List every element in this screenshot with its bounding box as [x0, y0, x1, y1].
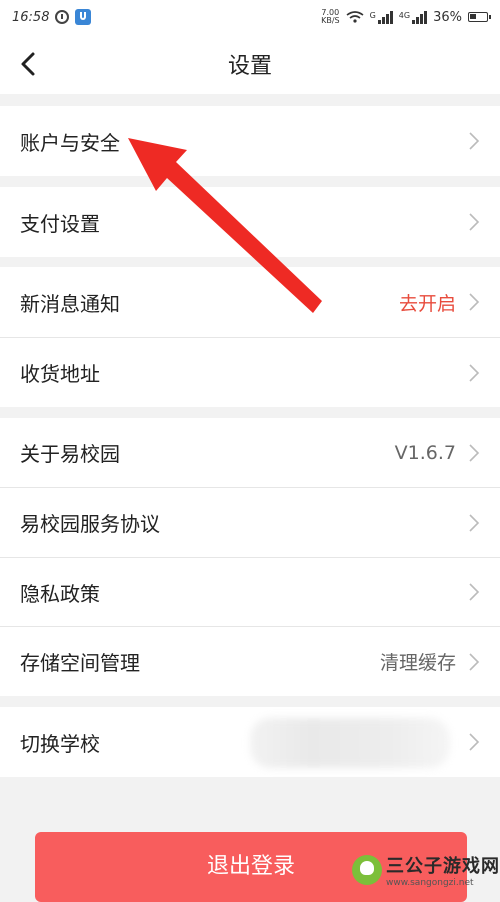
chevron-right-icon: [468, 652, 480, 672]
chevron-right-icon: [468, 131, 480, 151]
signal-4g-label: 4G: [398, 10, 411, 20]
signal-label: G: [369, 10, 376, 20]
settings-item-storage[interactable]: 存储空间管理 清理缓存: [0, 627, 500, 696]
settings-item-label: 支付设置: [20, 211, 100, 236]
nav-bar: 设置: [0, 34, 500, 94]
chevron-right-icon: [468, 443, 480, 463]
settings-item-label: 存储空间管理: [20, 651, 140, 675]
watermark-name: 三公子游戏网: [386, 855, 500, 877]
chevron-right-icon: [468, 732, 480, 752]
signal-4g-icon: 4G: [398, 10, 428, 24]
settings-item-about[interactable]: 关于易校园 V1.6.7: [0, 418, 500, 487]
settings-item-address[interactable]: 收货地址: [0, 338, 500, 407]
status-bar: 16:58 7.00 KB/S G 4G 36%: [0, 0, 500, 34]
chevron-right-icon: [468, 212, 480, 232]
settings-item-label: 切换学校: [20, 731, 100, 756]
settings-item-account-security[interactable]: 账户与安全: [0, 106, 500, 176]
school-name-blurred: [250, 718, 450, 768]
battery-icon: [468, 12, 491, 22]
settings-item-label: 关于易校园: [20, 442, 120, 466]
settings-item-label: 收货地址: [20, 362, 100, 386]
watermark: 三公子游戏网 www.sangongzi.net: [352, 850, 500, 889]
clear-cache-value: 清理缓存: [379, 652, 456, 674]
alarm-icon: [55, 10, 70, 24]
chevron-right-icon: [468, 513, 480, 533]
net-speed-unit: KB/S: [321, 16, 340, 25]
settings-item-payment[interactable]: 支付设置: [0, 187, 500, 257]
signal-icon: G: [369, 10, 393, 24]
chevron-right-icon: [468, 363, 480, 383]
settings-item-label: 新消息通知: [20, 291, 120, 316]
settings-item-label: 隐私政策: [20, 581, 100, 606]
settings-item-label: 账户与安全: [20, 130, 120, 155]
net-speed: 7.00 KB/S: [321, 9, 340, 25]
shield-icon: [75, 9, 92, 25]
watermark-logo-icon: [352, 854, 382, 885]
watermark-url: www.sangongzi.net: [386, 877, 474, 888]
version-value: V1.6.7: [394, 441, 456, 464]
chevron-right-icon: [468, 292, 480, 312]
settings-item-label: 易校园服务协议: [20, 512, 160, 536]
wifi-icon: [346, 11, 364, 23]
chevron-right-icon: [468, 582, 480, 602]
status-time: 16:58: [12, 9, 50, 25]
settings-item-privacy[interactable]: 隐私政策: [0, 558, 500, 626]
settings-item-notifications[interactable]: 新消息通知 去开启: [0, 267, 500, 337]
notifications-enable-value: 去开启: [398, 292, 456, 315]
settings-item-service-agreement[interactable]: 易校园服务协议: [0, 488, 500, 557]
page-title: 设置: [227, 54, 272, 79]
battery-percent: 36%: [433, 9, 462, 25]
logout-label: 退出登录: [206, 854, 295, 879]
